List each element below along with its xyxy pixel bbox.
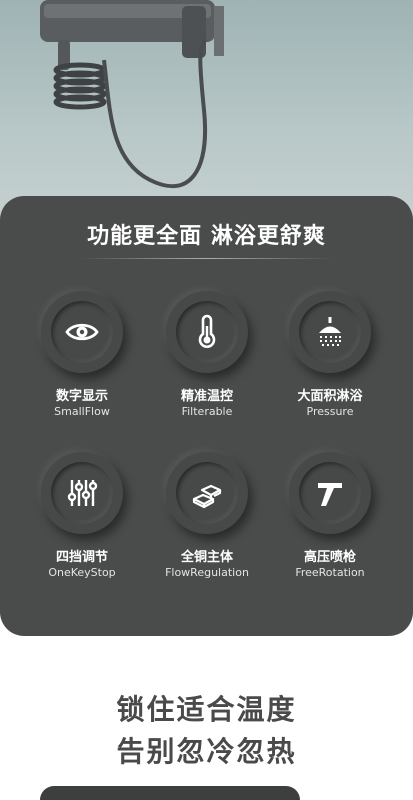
title-divider <box>80 258 333 259</box>
feature-temp-control: 精准温控 Filterable <box>147 291 267 418</box>
sliders-icon <box>67 480 98 506</box>
feature-four-modes: 四挡调节 OneKeyStop <box>22 452 142 579</box>
feature-subtitle: Pressure <box>306 405 354 418</box>
feature-spray-gun: 高压喷枪 FreeRotation <box>270 452 390 579</box>
feature-title: 四挡调节 <box>55 550 108 565</box>
feature-copper-body: 全铜主体 FlowRegulation <box>147 452 267 579</box>
headline-line-2: 告别忽冷忽热 <box>116 735 297 768</box>
feature-icon-circle <box>166 452 248 534</box>
next-section-edge <box>40 786 300 800</box>
feature-subtitle: FreeRotation <box>295 566 365 579</box>
feature-title: 数字显示 <box>55 389 108 404</box>
feature-title: 大面积淋浴 <box>297 389 363 404</box>
thermometer-icon <box>198 314 216 348</box>
feature-subtitle: OneKeyStop <box>48 566 116 579</box>
feature-digital-display: 数字显示 SmallFlow <box>22 291 142 418</box>
feature-large-shower: 大面积淋浴 Pressure <box>270 291 390 418</box>
feature-icon-circle <box>289 291 371 373</box>
copper-bars-icon <box>192 484 222 509</box>
feature-title: 全铜主体 <box>180 550 233 565</box>
feature-title: 高压喷枪 <box>303 550 356 565</box>
feature-subtitle: Filterable <box>181 405 233 418</box>
headline-line-1: 锁住适合温度 <box>116 693 297 726</box>
feature-subtitle: SmallFlow <box>54 405 110 418</box>
panel-title: 功能更全面 淋浴更舒爽 <box>87 224 326 249</box>
eye-icon <box>65 323 99 341</box>
spray-gun-icon <box>318 483 342 506</box>
shower-head-icon <box>319 317 341 346</box>
feature-icon-circle <box>289 452 371 534</box>
feature-icon-circle <box>41 452 123 534</box>
feature-icon-circle <box>166 291 248 373</box>
feature-subtitle: FlowRegulation <box>165 566 249 579</box>
feature-title: 精准温控 <box>180 389 233 404</box>
feature-icon-circle <box>41 291 123 373</box>
